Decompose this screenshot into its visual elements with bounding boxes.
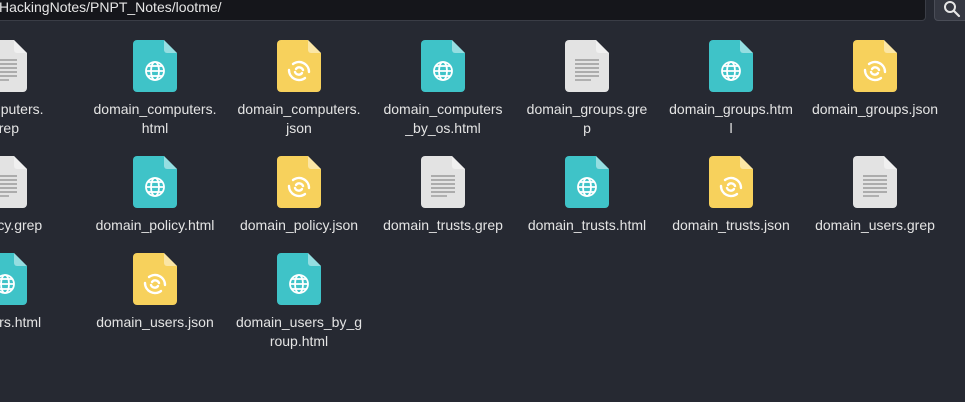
file-name-label: _computers.grep <box>0 100 74 138</box>
file-name-line: _policy.grep <box>0 217 43 233</box>
file-name-line: _by_os.html <box>405 120 481 136</box>
json-file-icon <box>709 156 753 208</box>
file-name-label: domain_groups.grep <box>518 100 656 138</box>
json-file-icon <box>277 156 321 208</box>
search-button[interactable] <box>934 0 965 21</box>
file-name-line: _users.html <box>0 314 42 330</box>
file-item[interactable]: domain_groups.html <box>661 40 801 138</box>
file-item[interactable]: domain_computers.json <box>229 40 369 138</box>
search-icon <box>944 1 961 18</box>
file-name-line: domain_computers. <box>237 101 361 117</box>
location-path-text: HackingNotes/PNPT_Notes/lootme/ <box>0 0 222 15</box>
file-name-line: domain_trusts.json <box>672 217 790 233</box>
location-toolbar: HackingNotes/PNPT_Notes/lootme/ <box>0 0 965 26</box>
file-name-label: domain_computers.html <box>86 100 224 138</box>
json-file-icon <box>853 40 897 92</box>
file-name-line: roup.html <box>269 333 329 349</box>
file-item[interactable]: domain_trusts.html <box>517 156 657 235</box>
grep-file-icon <box>0 40 27 92</box>
file-item[interactable]: domain_users.grep <box>805 156 945 235</box>
file-name-line: domain_groups.gre <box>526 101 648 117</box>
file-name-line: domain_computers. <box>93 101 217 117</box>
file-name-line: domain_computers <box>383 101 503 117</box>
file-item[interactable]: domain_users_by_g roup.html <box>229 253 369 351</box>
grep-file-icon <box>421 156 465 208</box>
file-name-line: domain_trusts.grep <box>383 217 503 233</box>
json-file-icon <box>277 40 321 92</box>
grep-file-icon <box>565 40 609 92</box>
file-name-label: domain_users.grep <box>806 216 944 235</box>
html-file-icon <box>565 156 609 208</box>
file-name-line: domain_groups.htm <box>669 101 793 117</box>
file-item[interactable]: domain_groups.grep <box>517 40 657 138</box>
html-file-icon <box>133 156 177 208</box>
file-name-line: domain_groups.json <box>811 101 939 117</box>
file-name-label: domain_groups.json <box>806 100 944 119</box>
file-name-line: html <box>141 120 169 136</box>
file-name-line: domain_users.grep <box>815 217 935 233</box>
file-name-line: domain_policy.html <box>95 217 215 233</box>
file-item[interactable]: _policy.grep <box>0 156 75 235</box>
file-item[interactable]: domain_trusts.grep <box>373 156 513 235</box>
json-file-icon <box>133 253 177 305</box>
file-item[interactable]: domain_policy.html <box>85 156 225 235</box>
file-name-label: domain_groups.html <box>662 100 800 138</box>
file-name-line: l <box>729 120 733 136</box>
file-name-line: _computers. <box>0 101 44 117</box>
file-name-label: domain_users_by_g roup.html <box>230 313 368 351</box>
file-name-label: domain_trusts.html <box>518 216 656 235</box>
grep-file-icon <box>853 156 897 208</box>
file-name-label: domain_policy.json <box>230 216 368 235</box>
file-name-line: p <box>583 120 591 136</box>
file-name-line: json <box>286 120 312 136</box>
file-name-label: domain_policy.html <box>86 216 224 235</box>
file-item[interactable]: _users.html <box>0 253 75 332</box>
file-name-line: domain_users_by_g <box>235 314 363 330</box>
file-name-line: grep <box>0 120 20 136</box>
file-name-label: domain_trusts.grep <box>374 216 512 235</box>
file-name-label: domain_computers.json <box>230 100 368 138</box>
html-file-icon <box>0 253 27 305</box>
file-name-label: _users.html <box>0 313 74 332</box>
file-name-line: domain_trusts.html <box>527 217 647 233</box>
file-item[interactable]: domain_computers _by_os.html <box>373 40 513 138</box>
file-name-label: domain_trusts.json <box>662 216 800 235</box>
file-name-line: domain_policy.json <box>239 217 359 233</box>
file-name-label: domain_users.json <box>86 313 224 332</box>
file-item[interactable]: domain_groups.json <box>805 40 945 119</box>
file-item[interactable]: _computers.grep <box>0 40 75 138</box>
file-item[interactable]: domain_computers.html <box>85 40 225 138</box>
html-file-icon <box>709 40 753 92</box>
html-file-icon <box>133 40 177 92</box>
file-item[interactable]: domain_policy.json <box>229 156 369 235</box>
file-name-line: domain_users.json <box>96 314 214 330</box>
file-name-label: _policy.grep <box>0 216 74 235</box>
file-grid: _computers.grepdomain_computers.htmldoma… <box>0 0 965 402</box>
file-name-label: domain_computers _by_os.html <box>374 100 512 138</box>
file-item[interactable]: domain_users.json <box>85 253 225 332</box>
html-file-icon <box>277 253 321 305</box>
location-path-input[interactable]: HackingNotes/PNPT_Notes/lootme/ <box>0 0 926 21</box>
grep-file-icon <box>0 156 27 208</box>
html-file-icon <box>421 40 465 92</box>
file-item[interactable]: domain_trusts.json <box>661 156 801 235</box>
